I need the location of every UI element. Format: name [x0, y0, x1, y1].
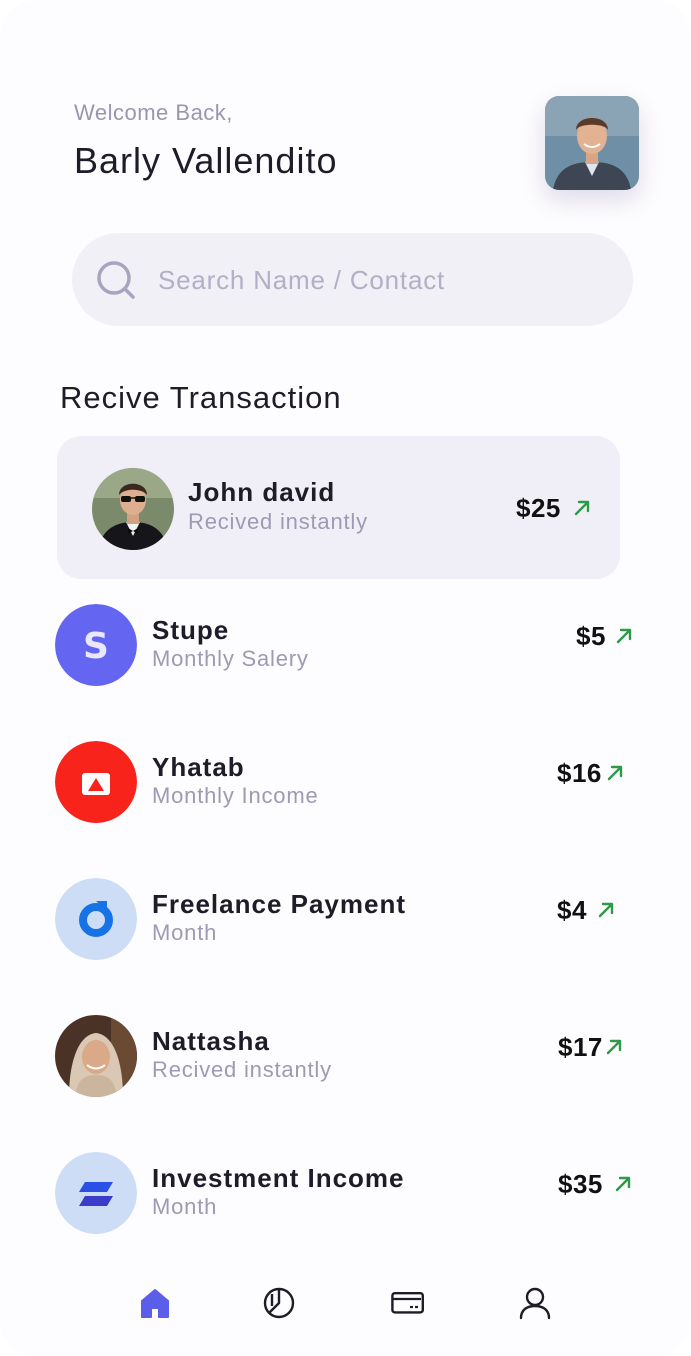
avatar — [55, 878, 137, 960]
arrow-up-right-icon — [607, 765, 623, 781]
transaction-amount: $4 — [557, 895, 587, 925]
transaction-row-john-david[interactable]: John david Recived instantly $25 — [0, 458, 691, 558]
svg-text:S: S — [83, 626, 109, 667]
arrow-up-right-icon — [606, 1039, 622, 1055]
arrow-up-right-icon — [616, 628, 632, 644]
investment-logo-icon — [55, 1152, 137, 1234]
transaction-row-investment-income[interactable]: Investment Income Month $35 — [0, 1142, 691, 1242]
avatar: S — [55, 604, 137, 686]
app-screen: Welcome Back, Barly Vallendito Recive Tr… — [0, 0, 691, 1356]
arrow-up-right-icon — [615, 1176, 631, 1192]
transaction-amount: $5 — [576, 621, 606, 651]
transaction-subtitle: Month — [152, 920, 218, 945]
transaction-row-nattasha[interactable]: Nattasha Recived instantly $17 — [0, 1005, 691, 1105]
card-icon — [391, 1292, 424, 1314]
bottom-nav — [0, 1270, 691, 1356]
transaction-name: Yhatab — [152, 752, 245, 782]
nav-profile[interactable] — [490, 1270, 580, 1354]
transaction-row-yhatab[interactable]: Yhatab Monthly Income $16 — [0, 731, 691, 831]
section-title: Recive Transaction — [60, 380, 342, 415]
search-icon — [97, 261, 135, 299]
yhatab-triangle-logo-icon — [55, 741, 137, 823]
arrow-up-right-icon — [574, 500, 590, 516]
profile-avatar[interactable] — [545, 96, 639, 190]
nav-statistics[interactable] — [234, 1270, 324, 1354]
chart-icon — [263, 1287, 295, 1319]
transaction-row-stupe[interactable]: S Stupe Monthly Salery $5 — [0, 594, 691, 694]
search-input[interactable] — [156, 255, 610, 305]
transaction-name: Investment Income — [152, 1163, 405, 1193]
transaction-name: Stupe — [152, 615, 230, 645]
avatar — [92, 468, 174, 550]
nav-cards[interactable] — [362, 1270, 452, 1354]
avatar — [55, 1152, 137, 1234]
avatar — [55, 1015, 137, 1097]
transaction-subtitle: Month — [152, 1194, 218, 1219]
welcome-text: Welcome Back, — [74, 100, 233, 125]
nav-home[interactable] — [110, 1270, 200, 1354]
photo-avatar-man-suit-icon — [92, 468, 174, 550]
stupe-s-logo-icon: S — [55, 604, 137, 686]
home-icon — [141, 1289, 169, 1318]
profile-photo-icon — [545, 96, 639, 190]
transaction-amount: $16 — [557, 758, 602, 788]
photo-avatar-woman-icon — [55, 1015, 137, 1097]
transaction-amount: $25 — [516, 493, 561, 523]
transaction-subtitle: Monthly Salery — [152, 646, 309, 671]
user-name: Barly Vallendito — [74, 140, 338, 181]
search-bar[interactable] — [72, 233, 633, 326]
arrow-up-right-icon — [598, 902, 614, 918]
transaction-amount: $35 — [558, 1169, 603, 1199]
transaction-subtitle: Recived instantly — [152, 1057, 332, 1082]
avatar — [55, 741, 137, 823]
transaction-subtitle: Monthly Income — [152, 783, 319, 808]
transaction-subtitle: Recived instantly — [188, 509, 368, 534]
transaction-name: John david — [188, 477, 336, 507]
transaction-name: Nattasha — [152, 1026, 270, 1056]
profile-icon — [519, 1287, 551, 1320]
transaction-name: Freelance Payment — [152, 889, 407, 919]
freelance-ring-logo-icon — [55, 878, 137, 960]
transaction-amount: $17 — [558, 1032, 603, 1062]
transaction-row-freelance-payment[interactable]: Freelance Payment Month $4 — [0, 868, 691, 968]
